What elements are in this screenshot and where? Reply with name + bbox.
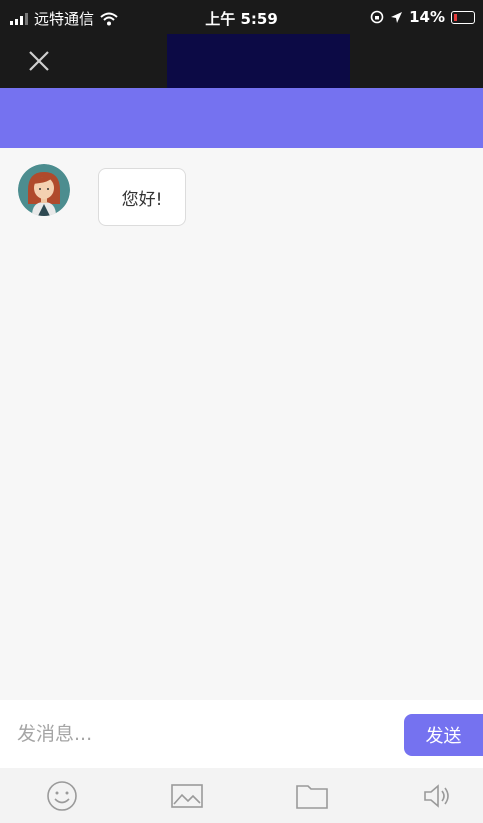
image-icon [171,784,203,808]
location-arrow-icon [391,11,403,23]
emoji-button[interactable] [45,779,79,813]
female-avatar-icon [18,164,70,216]
send-button[interactable]: 发送 [404,714,483,756]
folder-button[interactable] [295,779,329,813]
header-band [0,88,483,148]
status-right: 14% [370,8,475,26]
input-bar: 发送 [0,700,483,768]
battery-percent: 14% [409,8,445,26]
emoji-icon [47,781,77,811]
speaker-button[interactable] [420,779,454,813]
nav-bar [0,34,483,88]
message-input[interactable] [0,714,395,754]
folder-icon [296,785,328,809]
message-bubble: 您好! [98,168,186,226]
image-button[interactable] [170,779,204,813]
battery-icon [451,10,475,24]
message-text: 您好! [121,189,163,210]
chat-area[interactable]: 您好! [0,148,483,700]
close-icon [29,51,49,71]
speaker-icon [424,784,449,808]
title-redaction [167,34,350,88]
close-button[interactable] [24,46,54,76]
status-bar: 远特通信 上午 5:59 14% [0,0,483,34]
rotation-lock-icon [370,10,384,24]
bottom-toolbar [0,768,483,823]
